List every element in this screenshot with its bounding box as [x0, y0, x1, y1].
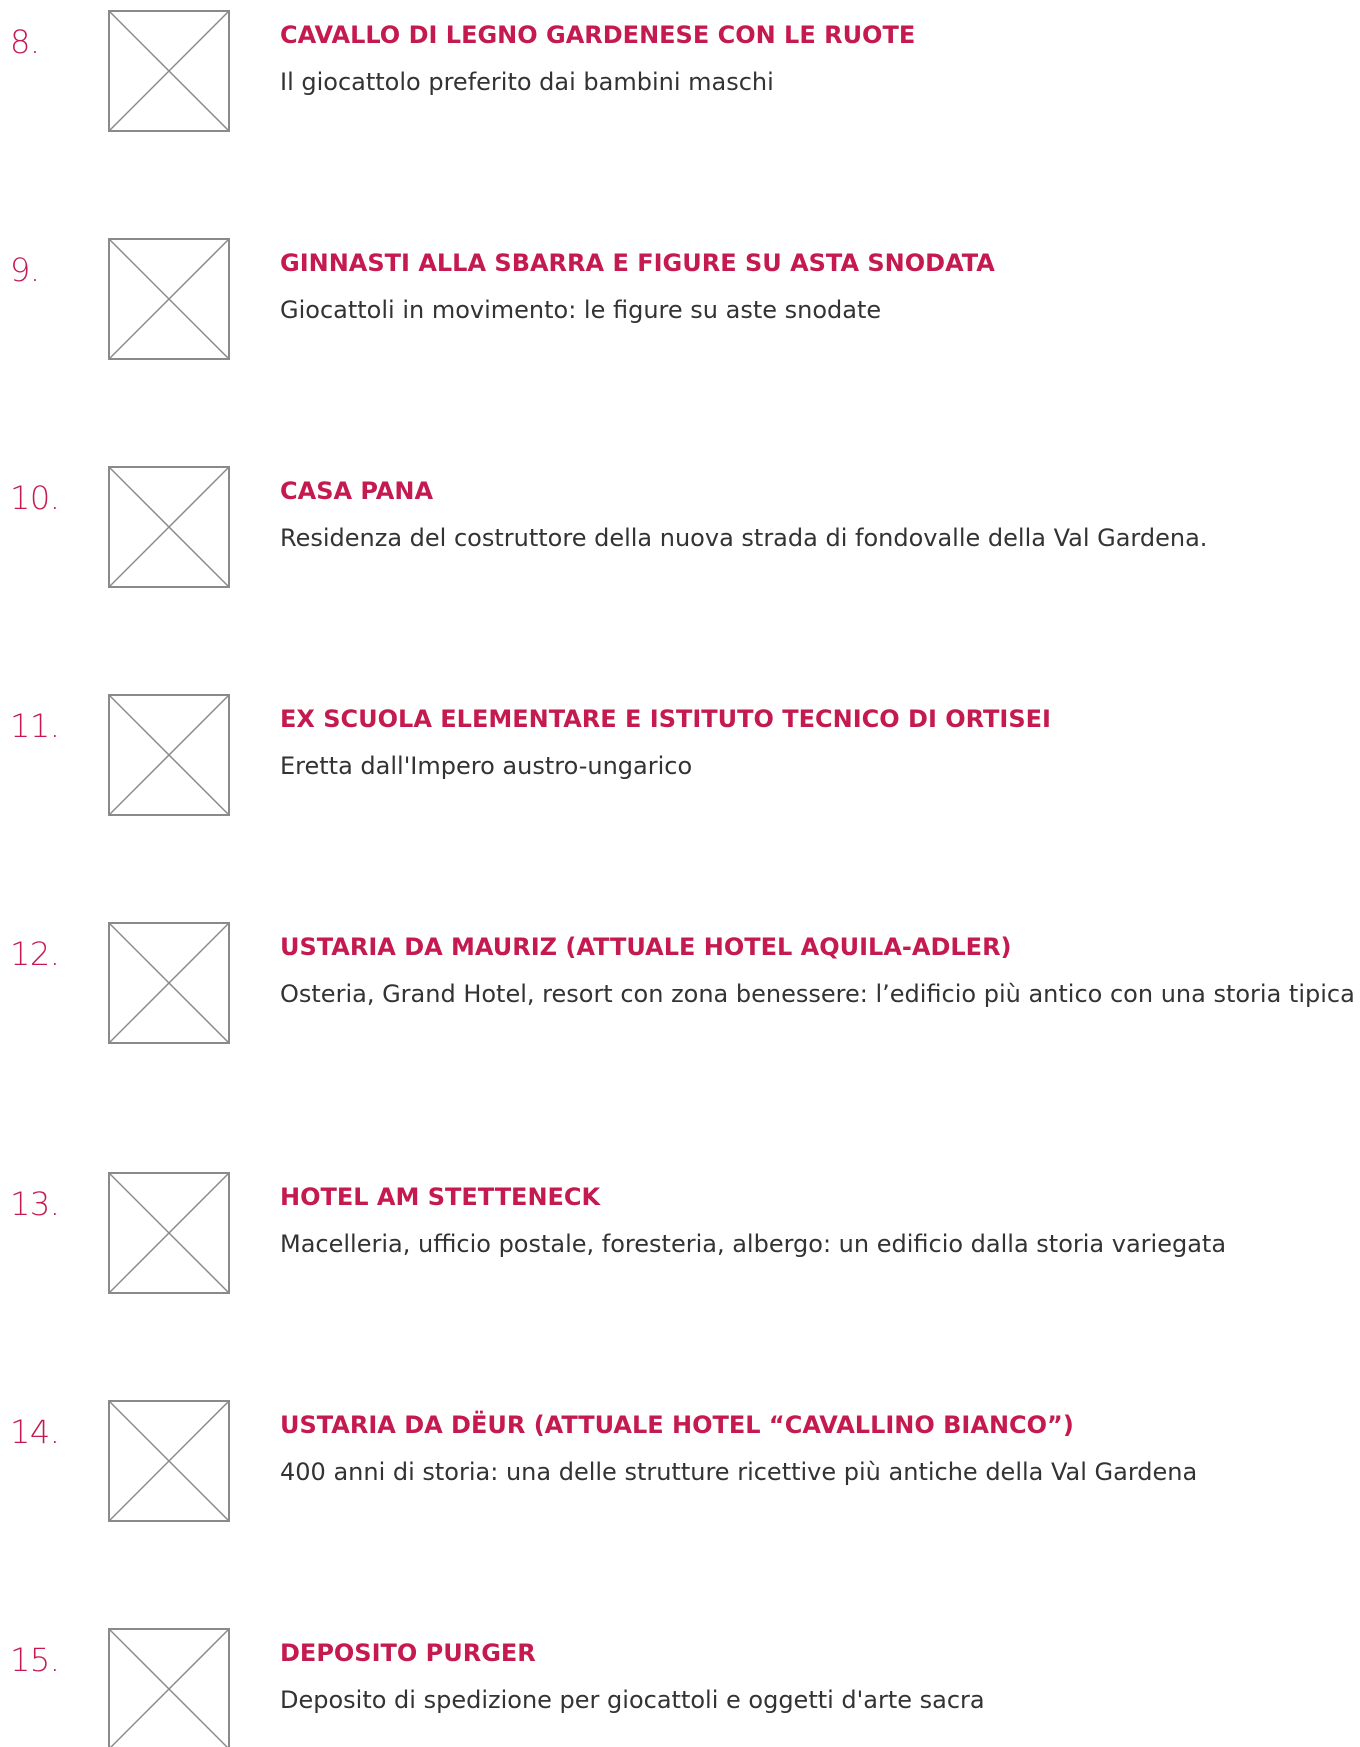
item-number: 8. [10, 23, 40, 61]
broken-image-placeholder-icon [110, 1174, 228, 1292]
item-image[interactable] [108, 1400, 230, 1522]
item-image[interactable] [108, 694, 230, 816]
item-description: Il giocattolo preferito dai bambini masc… [280, 68, 774, 96]
list-item: 13. HOTEL AM STETTENECK Macelleria, uffi… [0, 1162, 1360, 1322]
item-title-link[interactable]: DEPOSITO PURGER [280, 1636, 536, 1670]
item-image[interactable] [108, 922, 230, 1044]
broken-image-placeholder-icon [110, 696, 228, 814]
item-image[interactable] [108, 238, 230, 360]
item-image[interactable] [108, 1172, 230, 1294]
list-item: 9. GINNASTI ALLA SBARRA E FIGURE SU ASTA… [0, 228, 1360, 388]
item-number: 15. [10, 1641, 60, 1679]
item-description: Macelleria, ufficio postale, foresteria,… [280, 1230, 1227, 1258]
item-title-link[interactable]: HOTEL AM STETTENECK [280, 1180, 600, 1214]
broken-image-placeholder-icon [110, 924, 228, 1042]
item-number: 12. [10, 935, 60, 973]
item-description: Osteria, Grand Hotel, resort con zona be… [280, 980, 1355, 1008]
item-description: 400 anni di storia: una delle strutture … [280, 1458, 1198, 1486]
item-image[interactable] [108, 466, 230, 588]
item-image[interactable] [108, 10, 230, 132]
item-image[interactable] [108, 1628, 230, 1747]
list-item: 14. USTARIA DA DËUR (ATTUALE HOTEL “CAVA… [0, 1390, 1360, 1550]
broken-image-placeholder-icon [110, 240, 228, 358]
item-title-link[interactable]: CASA PANA [280, 474, 433, 508]
item-description: Residenza del costruttore della nuova st… [280, 524, 1208, 552]
item-number: 14. [10, 1413, 60, 1451]
item-description: Deposito di spedizione per giocattoli e … [280, 1686, 985, 1714]
broken-image-placeholder-icon [110, 1402, 228, 1520]
item-description: Eretta dall'Impero austro-ungarico [280, 752, 693, 780]
item-title-link[interactable]: USTARIA DA MAURIZ (ATTUALE HOTEL AQUILA-… [280, 930, 1012, 964]
item-title-link[interactable]: EX SCUOLA ELEMENTARE E ISTITUTO TECNICO … [280, 702, 1051, 736]
item-number: 13. [10, 1185, 60, 1223]
broken-image-placeholder-icon [110, 1630, 228, 1747]
list-item: 15. DEPOSITO PURGER Deposito di spedizio… [0, 1618, 1360, 1747]
item-number: 11. [10, 707, 60, 745]
list-item: 10. CASA PANA Residenza del costruttore … [0, 456, 1360, 616]
item-number: 10. [10, 479, 60, 517]
item-title-link[interactable]: CAVALLO DI LEGNO GARDENESE CON LE RUOTE [280, 18, 915, 52]
list-item: 11. EX SCUOLA ELEMENTARE E ISTITUTO TECN… [0, 684, 1360, 844]
item-title-link[interactable]: USTARIA DA DËUR (ATTUALE HOTEL “CAVALLIN… [280, 1408, 1074, 1442]
item-number: 9. [10, 251, 40, 289]
item-description: Giocattoli in movimento: le figure su as… [280, 296, 882, 324]
broken-image-placeholder-icon [110, 12, 228, 130]
broken-image-placeholder-icon [110, 468, 228, 586]
list-item: 8. CAVALLO DI LEGNO GARDENESE CON LE RUO… [0, 0, 1360, 160]
item-title-link[interactable]: GINNASTI ALLA SBARRA E FIGURE SU ASTA SN… [280, 246, 995, 280]
list-item: 12. USTARIA DA MAURIZ (ATTUALE HOTEL AQU… [0, 912, 1360, 1072]
